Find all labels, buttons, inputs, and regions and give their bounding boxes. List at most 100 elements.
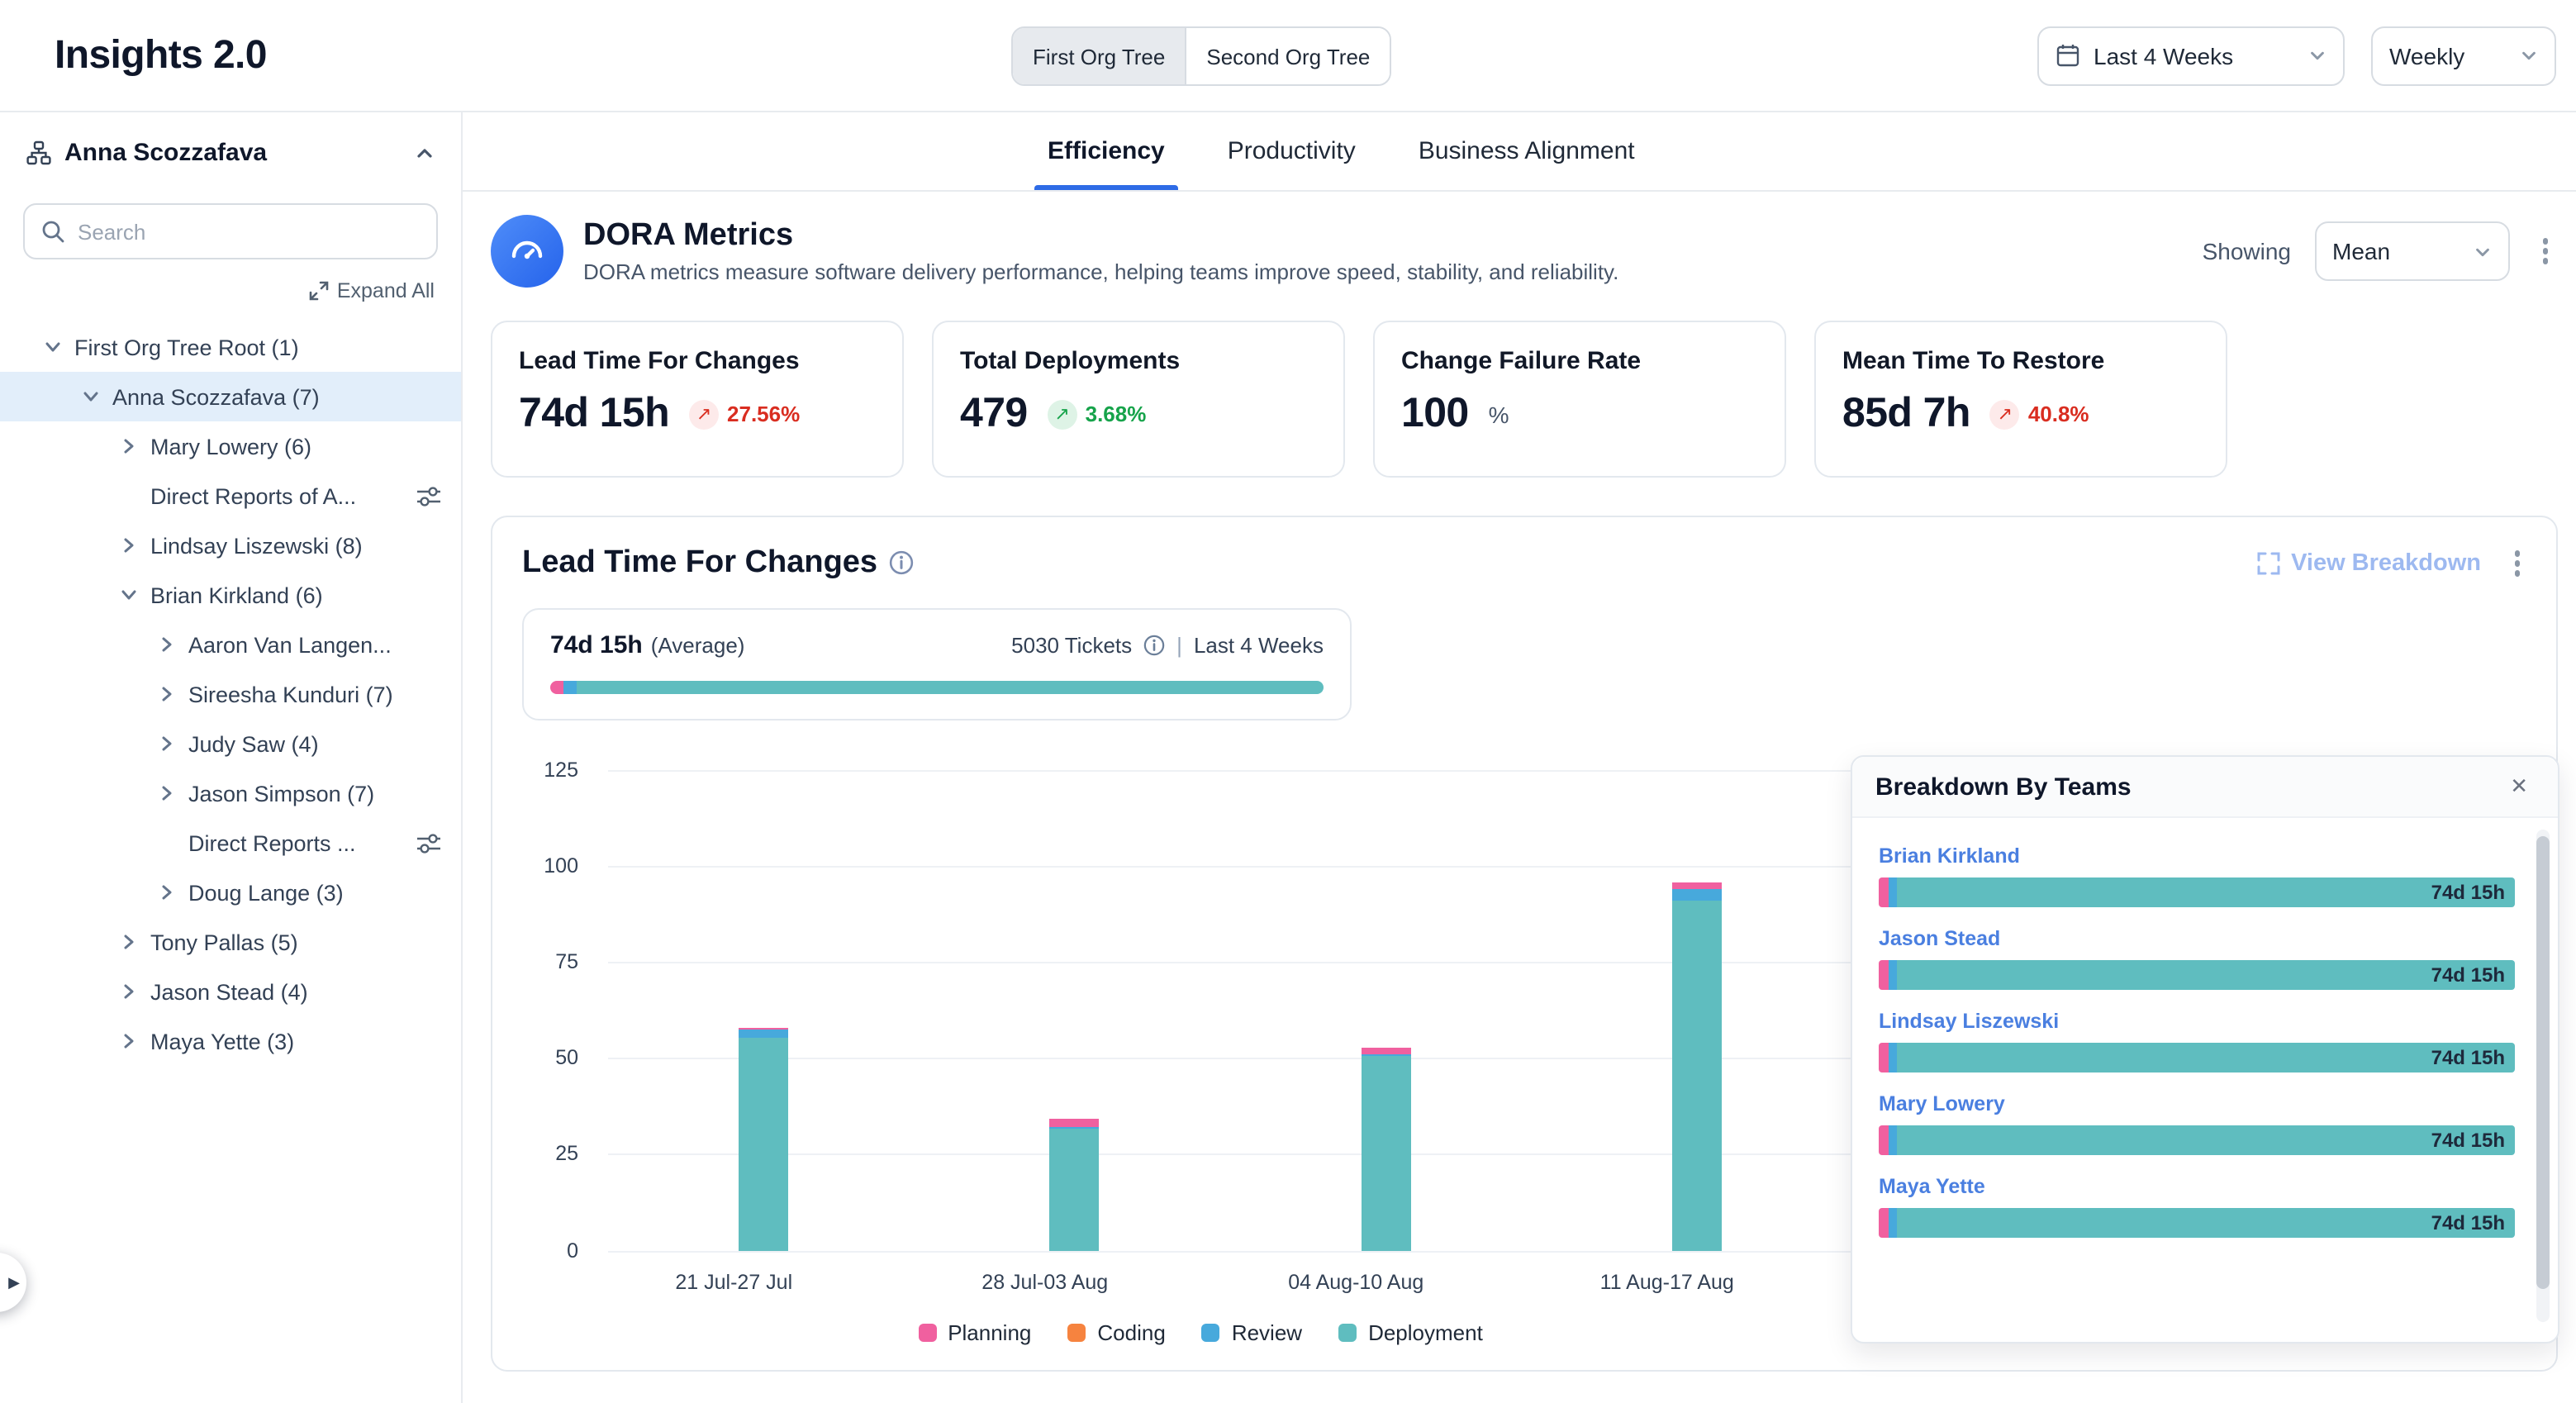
tree-item-aaron-van-langen[interactable]: Aaron Van Langen... [0,620,461,669]
breakdown-bar-segment-review [1889,1125,1897,1155]
metric-delta: ↗27.56% [689,399,800,429]
legend-swatch-coding [1067,1323,1086,1341]
header-controls: Last 4 Weeks Weekly [2037,26,2556,85]
tree-item-judy-saw-4[interactable]: Judy Saw (4) [0,719,461,768]
tab-efficiency[interactable]: Efficiency [1048,112,1165,190]
expand-all-button[interactable]: Expand All [26,279,435,302]
tree-item-jason-simpson-7[interactable]: Jason Simpson (7) [0,768,461,818]
scrollbar-thumb[interactable] [2536,836,2550,1289]
tree-item-first-org-tree-root-1[interactable]: First Org Tree Root (1) [0,322,461,372]
chevron-down-icon[interactable] [78,383,104,410]
chevron-right-icon[interactable] [154,780,180,806]
info-icon[interactable] [889,551,914,576]
dora-menu-button[interactable] [2532,231,2558,273]
y-tick-label: 75 [555,950,578,973]
sidebar-user-name: Anna Scozzafava [64,139,402,167]
legend-label: Deployment [1368,1320,1483,1344]
tree-item-lindsay-liszewski-8[interactable]: Lindsay Liszewski (8) [0,521,461,570]
chevron-right-icon[interactable] [116,1028,142,1054]
breakdown-panel: Breakdown By Teams ✕ Brian Kirkland74d 1… [1851,755,2559,1344]
tree-item-label: First Org Tree Root (1) [74,335,299,359]
metric-card-value-row: 74d 15h ↗27.56% [519,390,876,438]
filter-sliders-icon[interactable] [416,485,441,507]
aggregation-select[interactable]: Mean [2314,221,2509,281]
chevron-right-icon[interactable] [116,433,142,459]
breakdown-team-name[interactable]: Lindsay Liszewski [1879,1010,2059,1033]
bar-segment-deployment [1672,900,1722,1250]
chart-gridline [608,1154,1852,1156]
breakdown-team-row-mary-lowery: Mary Lowery74d 15h [1879,1089,2515,1155]
view-breakdown-button[interactable]: View Breakdown [2256,550,2481,577]
chevron-right-icon[interactable] [154,631,180,658]
granularity-select[interactable]: Weekly [2371,26,2556,85]
bar-segment-planning [1050,1120,1100,1127]
tree-item-direct-reports[interactable]: Direct Reports ... [0,818,461,868]
summary-value-suffix: (Average) [651,632,745,657]
tree-item-doug-lange-3[interactable]: Doug Lange (3) [0,868,461,917]
chevron-down-icon[interactable] [40,334,66,360]
breakdown-bar-segment-planning [1879,960,1889,990]
breakdown-team-row-jason-stead: Jason Stead74d 15h [1879,924,2515,990]
info-icon[interactable] [1143,634,1165,655]
chevron-right-icon[interactable] [116,532,142,559]
legend-label: Coding [1097,1320,1165,1344]
org-tree-toggle-second-org-tree[interactable]: Second Org Tree [1185,28,1390,84]
search-input[interactable] [78,219,420,244]
chevron-up-icon[interactable] [415,143,435,163]
breakdown-team-name[interactable]: Jason Stead [1879,927,2000,950]
tab-business-alignment[interactable]: Business Alignment [1419,112,1635,190]
granularity-value: Weekly [2389,42,2507,69]
chart-bar-28-jul-03-aug[interactable] [1050,1120,1100,1250]
tree-item-anna-scozzafava-7[interactable]: Anna Scozzafava (7) [0,372,461,421]
chart-gridline [608,865,1852,867]
lead-time-menu-button[interactable] [2504,542,2530,584]
metric-card-unit: % [1489,401,1509,427]
tree-item-maya-yette-3[interactable]: Maya Yette (3) [0,1016,461,1066]
legend-swatch-deployment [1338,1323,1357,1341]
dora-description: DORA metrics measure software delivery p… [583,259,1618,284]
calendar-icon [2056,43,2080,68]
breakdown-team-value: 74d 15h [2431,1208,2505,1238]
bar-segment-planning [1361,1049,1410,1054]
tree-item-sireesha-kunduri-7[interactable]: Sireesha Kunduri (7) [0,669,461,719]
lead-time-header: Lead Time For Changes View Breakdown [492,517,2556,584]
tree-item-direct-reports-of-a[interactable]: Direct Reports of A... [0,471,461,521]
x-tick-label: 21 Jul-27 Jul [675,1270,792,1293]
close-icon[interactable]: ✕ [2503,770,2535,803]
tree-item-jason-stead-4[interactable]: Jason Stead (4) [0,967,461,1016]
breakdown-team-name[interactable]: Mary Lowery [1879,1092,2005,1115]
metric-card-value-row: 100% [1401,390,1758,438]
metric-card-value: 100 [1401,390,1469,438]
org-tree-toggle-first-org-tree[interactable]: First Org Tree [1013,28,1185,84]
chevron-right-icon[interactable] [154,730,180,757]
filter-sliders-icon[interactable] [416,832,441,854]
tree-item-label: Judy Saw (4) [188,731,319,756]
chart-bar-04-aug-10-aug[interactable] [1361,1049,1410,1250]
metric-card-value: 74d 15h [519,390,669,438]
metric-delta: ↗40.8% [1990,399,2089,429]
chevron-right-icon[interactable] [154,879,180,906]
lead-time-summary-card: 74d 15h (Average) 5030 Tickets | Last 4 … [522,607,1352,720]
tree-item-tony-pallas-5[interactable]: Tony Pallas (5) [0,917,461,967]
summary-bar-segment-review [564,680,577,693]
tree-item-mary-lowery-6[interactable]: Mary Lowery (6) [0,421,461,471]
breakdown-scrollbar [2536,830,2550,1322]
arrow-right-icon: ▶ [8,1273,20,1291]
tree-item-brian-kirkland-6[interactable]: Brian Kirkland (6) [0,570,461,620]
sidebar-header: Anna Scozzafava [0,112,461,167]
breakdown-team-name[interactable]: Brian Kirkland [1879,844,2020,868]
chevron-down-icon[interactable] [116,582,142,608]
lead-time-plot [608,769,1852,1250]
tab-productivity[interactable]: Productivity [1228,112,1356,190]
chevron-right-icon[interactable] [116,929,142,955]
summary-bar-segment-planning [550,680,564,693]
tree-item-label: Tony Pallas (5) [150,930,298,954]
chevron-right-icon[interactable] [116,978,142,1005]
chart-bar-11-aug-17-aug[interactable] [1672,882,1722,1250]
breakdown-bar-segment-review [1889,960,1897,990]
y-tick-label: 0 [567,1239,578,1262]
chart-bar-21-jul-27-jul[interactable] [739,1027,788,1250]
date-range-select[interactable]: Last 4 Weeks [2037,26,2345,85]
breakdown-team-name[interactable]: Maya Yette [1879,1175,1985,1198]
chevron-right-icon[interactable] [154,681,180,707]
